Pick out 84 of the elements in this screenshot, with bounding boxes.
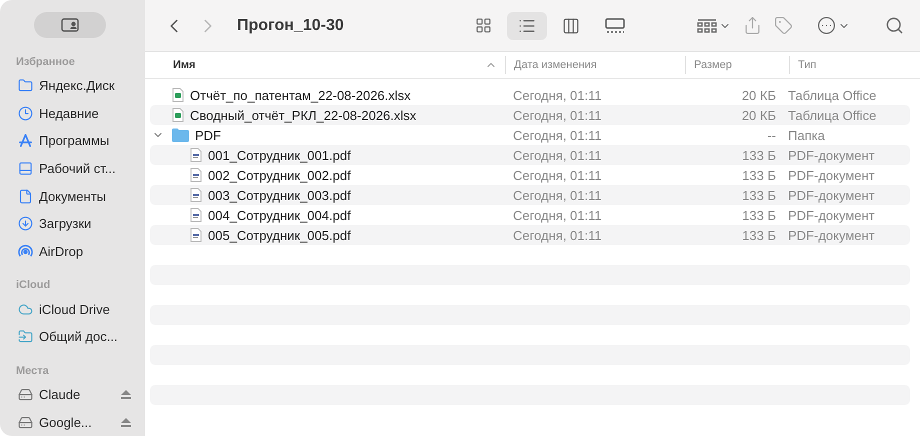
file-name: 005_Сотрудник_005.pdf [208, 228, 351, 242]
date-modified: Сегодня, 01:11 [512, 108, 603, 122]
file-size: 133 Б [741, 148, 776, 162]
eject-icon[interactable] [121, 390, 131, 400]
file-size: 133 Б [741, 228, 776, 242]
file-type: PDF-документ [787, 228, 875, 242]
drive-icon [18, 414, 33, 430]
file-size: 133 Б [741, 168, 776, 182]
file-type: PDF-документ [787, 188, 875, 202]
file-name: 001_Сотрудник_001.pdf [208, 148, 351, 162]
sidebar-item[interactable]: Документы [10, 182, 145, 210]
column-header[interactable]: Имя [165, 56, 505, 74]
sidebar-item[interactable]: Загрузки [10, 210, 145, 238]
tag-icon [774, 16, 793, 35]
file-size: 133 Б [741, 188, 776, 202]
date-modified: Сегодня, 01:11 [512, 228, 603, 242]
sidebar-section-title: Места [16, 364, 50, 377]
file-type: PDF-документ [787, 168, 875, 182]
download-icon [18, 216, 33, 232]
sidebar-item[interactable]: iCloud Drive [10, 295, 145, 324]
file-row[interactable]: 001_Сотрудник_001.pdf Сегодня, 01:11 133 Б PDF-документ [150, 145, 910, 165]
sidebar-item[interactable]: Google... [10, 408, 145, 436]
gallery-view-icon [605, 18, 625, 34]
file-row[interactable]: 003_Сотрудник_003.pdf Сегодня, 01:11 133 Б PDF-документ [150, 185, 910, 205]
share-icon [743, 16, 762, 35]
sidebar-item[interactable]: Программы [10, 127, 145, 155]
date-modified: Сегодня, 01:11 [512, 148, 603, 162]
pdf-file-icon [190, 208, 202, 222]
file-type: Таблица Office [787, 108, 876, 122]
date-modified: Сегодня, 01:11 [512, 128, 603, 142]
file-name: PDF [195, 128, 221, 142]
pdf-file-icon [190, 228, 202, 242]
date-modified: Сегодня, 01:11 [512, 168, 603, 182]
window-title: Прогон_10-30 [237, 16, 345, 34]
pdf-file-icon [190, 148, 202, 162]
folder-icon [18, 78, 33, 94]
folder-icon [172, 128, 189, 142]
spreadsheet-file-icon [172, 88, 184, 102]
file-size: -- [766, 128, 776, 142]
sidebar-item[interactable]: Яндекс.Диск [10, 72, 145, 100]
desktop-icon [18, 161, 33, 176]
file-name: 003_Сотрудник_003.pdf [208, 188, 351, 202]
spreadsheet-file-icon [172, 108, 184, 122]
sidebar-item[interactable]: Общий дос... [10, 323, 145, 351]
sidebar-item[interactable]: Claude [10, 380, 145, 408]
file-type: Таблица Office [787, 88, 876, 102]
clock-icon [18, 106, 33, 121]
group-icon [697, 18, 717, 34]
sidebar-item[interactable]: Недавние [10, 99, 145, 128]
file-row[interactable]: 005_Сотрудник_005.pdf Сегодня, 01:11 133 Б PDF-документ [150, 225, 910, 245]
grid-view-icon [474, 17, 492, 34]
file-size: 20 КБ [740, 108, 776, 122]
cloud-icon [18, 302, 33, 317]
drive-icon [18, 387, 33, 402]
document-icon [18, 188, 33, 204]
apps-icon [18, 133, 33, 148]
date-modified: Сегодня, 01:11 [512, 88, 603, 102]
sidebar-item[interactable]: Рабочий ст... [10, 154, 145, 182]
date-modified: Сегодня, 01:11 [512, 188, 603, 202]
eject-icon[interactable] [121, 418, 131, 427]
airdrop-icon [18, 244, 33, 260]
sidebar-icon [61, 18, 79, 32]
pdf-file-icon [190, 188, 202, 202]
shared-folder-icon [18, 329, 33, 344]
file-name: Сводный_отчёт_РКЛ_22-08-2026.xlsx [190, 108, 416, 122]
file-name: 002_Сотрудник_002.pdf [208, 168, 351, 182]
more-icon [817, 16, 836, 35]
pdf-file-icon [190, 168, 202, 182]
search-icon [885, 16, 904, 35]
file-size: 20 КБ [740, 88, 776, 102]
file-size: 133 Б [741, 208, 776, 222]
file-name: Отчёт_по_патентам_22-08-2026.xlsx [190, 88, 411, 102]
date-modified: Сегодня, 01:11 [512, 208, 603, 222]
columns-view-icon [562, 16, 580, 34]
sidebar-item[interactable]: AirDrop [10, 238, 145, 266]
sidebar-section-title: Избранное [16, 56, 76, 68]
file-type: PDF-документ [787, 208, 875, 222]
sidebar-toggle-button[interactable] [34, 12, 106, 38]
view-mode-button[interactable] [507, 12, 547, 40]
file-type: Папка [787, 128, 825, 142]
file-row[interactable]: Сводный_отчёт_РКЛ_22-08-2026.xlsx Сегодня, 01:11 20 КБ Таблица Office [150, 105, 910, 125]
file-name: 004_Сотрудник_004.pdf [208, 208, 351, 222]
sidebar-section-title: iCloud [16, 279, 52, 292]
file-type: PDF-документ [787, 148, 875, 162]
